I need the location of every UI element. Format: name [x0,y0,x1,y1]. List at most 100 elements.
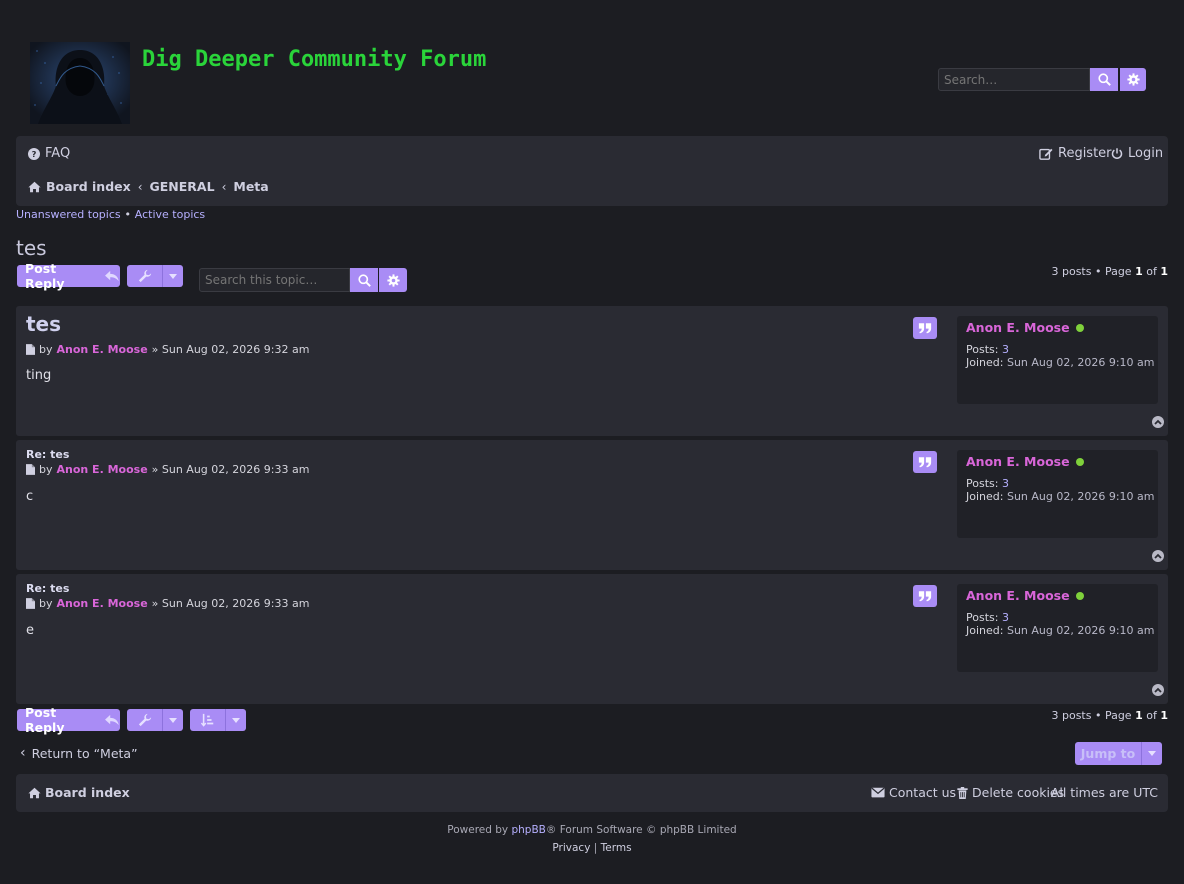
legal-divider: | [593,842,598,854]
profile-posts-count[interactable]: 3 [1002,477,1009,490]
contact-us-link[interactable]: Contact us [871,785,956,800]
breadcrumb-meta[interactable]: Meta [233,179,268,194]
topic-search-button[interactable] [350,268,378,292]
post-title[interactable]: Re: tes [26,582,69,595]
circle-up-icon [1154,419,1162,425]
navbar: ? FAQ Register Login Board index ‹ GENER… [16,136,1168,206]
topic-search-input[interactable] [199,268,350,292]
login-link[interactable]: Login [1111,146,1163,161]
post-reply-button-bottom[interactable]: Post Reply [17,705,120,735]
sort-icon [200,713,213,727]
sort-dropdown[interactable] [190,709,246,731]
faq-label: FAQ [45,146,71,161]
header-search-button[interactable] [1090,68,1118,91]
sort-caret[interactable] [225,709,246,731]
profile-posts: Posts: 3 [966,343,1009,356]
topic-tools-caret[interactable] [162,709,183,731]
quote-button[interactable] [913,317,937,339]
breadcrumb-general[interactable]: GENERAL [150,179,215,194]
profile-username[interactable]: Anon E. Moose [966,454,1084,469]
file-icon[interactable] [26,598,35,609]
online-status-icon [1075,591,1084,600]
post-title[interactable]: tes [26,312,61,336]
profile-joined-date: Sun Aug 02, 2026 9:10 am [1006,490,1155,503]
jump-to-caret[interactable] [1141,742,1162,765]
post: Re: tes by Anon E. Moose » Sun Aug 02, 2… [16,574,1168,704]
privacy-link[interactable]: Privacy [552,842,590,854]
powered-prefix: Powered by [447,824,512,836]
site-title[interactable]: Dig Deeper Community Forum [142,47,486,72]
search-icon [1097,73,1111,86]
post-reply-label: Post Reply [25,261,65,291]
chevron-down-icon [232,717,240,723]
topic-tools-button[interactable] [127,265,162,287]
topic-tools-button[interactable] [127,709,162,731]
hooded-figure-logo [30,42,130,124]
breadcrumb-board-index[interactable]: Board index [46,179,131,194]
back-to-top-button[interactable] [1152,550,1164,562]
post-author-link[interactable]: Anon E. Moose [57,597,148,610]
phpbb-link[interactable]: phpBB [511,824,545,836]
profile-posts-count[interactable]: 3 [1002,343,1009,356]
online-status-icon [1075,323,1084,332]
faq-link[interactable]: ? FAQ [28,146,70,161]
powered-by: Powered by phpBB® Forum Software © phpBB… [0,824,1184,836]
post-reply-button[interactable]: Post Reply [17,261,120,291]
topic-tools-dropdown[interactable] [127,265,183,287]
online-status-icon [1075,457,1084,466]
post-title[interactable]: Re: tes [26,448,69,461]
reply-icon [105,270,119,282]
chevron-down-icon [1148,751,1156,756]
svg-text:?: ? [32,149,37,159]
jump-to-dropdown[interactable]: Jump to [1075,742,1162,765]
sort-button[interactable] [190,709,225,731]
topic-title[interactable]: tes [16,236,47,260]
post-author-link[interactable]: Anon E. Moose [57,343,148,356]
circle-up-icon [1154,687,1162,693]
pagination-of: of [1142,709,1161,722]
contact-us-label: Contact us [889,785,957,800]
header-advanced-search-button[interactable] [1120,68,1146,91]
post-author-link[interactable]: Anon E. Moose [57,463,148,476]
post-by: by [39,463,53,476]
quote-button[interactable] [913,585,937,607]
back-to-top-button[interactable] [1152,416,1164,428]
profile-posts-count[interactable]: 3 [1002,611,1009,624]
back-to-top-button[interactable] [1152,684,1164,696]
topic-search [199,268,407,292]
post-meta: by Anon E. Moose » Sun Aug 02, 2026 9:33… [26,597,309,610]
question-circle-icon: ? [28,147,40,160]
active-topics-link[interactable]: Active topics [135,208,205,221]
site-logo[interactable] [30,42,130,124]
profile-username-text: Anon E. Moose [966,588,1070,603]
post-body: ting [26,368,52,383]
return-link-label: Return to “Meta” [31,745,138,761]
post-meta: by Anon E. Moose » Sun Aug 02, 2026 9:33… [26,463,309,476]
topic-tools-dropdown-bottom[interactable] [127,709,183,731]
post-body: e [26,623,34,638]
topic-tools-caret[interactable] [162,265,183,287]
footer-board-index[interactable]: Board index [28,785,130,800]
profile-joined-label: Joined: [966,490,1004,503]
unanswered-topics-link[interactable]: Unanswered topics [16,208,121,221]
topic-advanced-search-button[interactable] [379,268,407,292]
register-link[interactable]: Register [1039,146,1112,161]
return-link[interactable]: ‹ Return to “Meta” [20,745,138,761]
breadcrumb: Board index ‹ GENERAL ‹ Meta [28,179,269,194]
header-search-input[interactable] [938,68,1090,91]
profile-username-text: Anon E. Moose [966,454,1070,469]
quick-links-separator: • [124,208,131,221]
profile-joined: Joined: Sun Aug 02, 2026 9:10 am [966,490,1155,503]
profile-username[interactable]: Anon E. Moose [966,320,1084,335]
pagination-total: 1 [1160,265,1168,278]
profile-joined-date: Sun Aug 02, 2026 9:10 am [1006,356,1155,369]
post-date: » Sun Aug 02, 2026 9:33 am [151,597,310,610]
terms-link[interactable]: Terms [601,842,632,854]
delete-cookies-link[interactable]: Delete cookies [957,785,1064,800]
quote-button[interactable] [913,451,937,473]
profile-joined-date: Sun Aug 02, 2026 9:10 am [1006,624,1155,637]
jump-to-button[interactable]: Jump to [1075,742,1141,765]
profile-username[interactable]: Anon E. Moose [966,588,1084,603]
file-icon[interactable] [26,344,35,355]
file-icon[interactable] [26,464,35,475]
